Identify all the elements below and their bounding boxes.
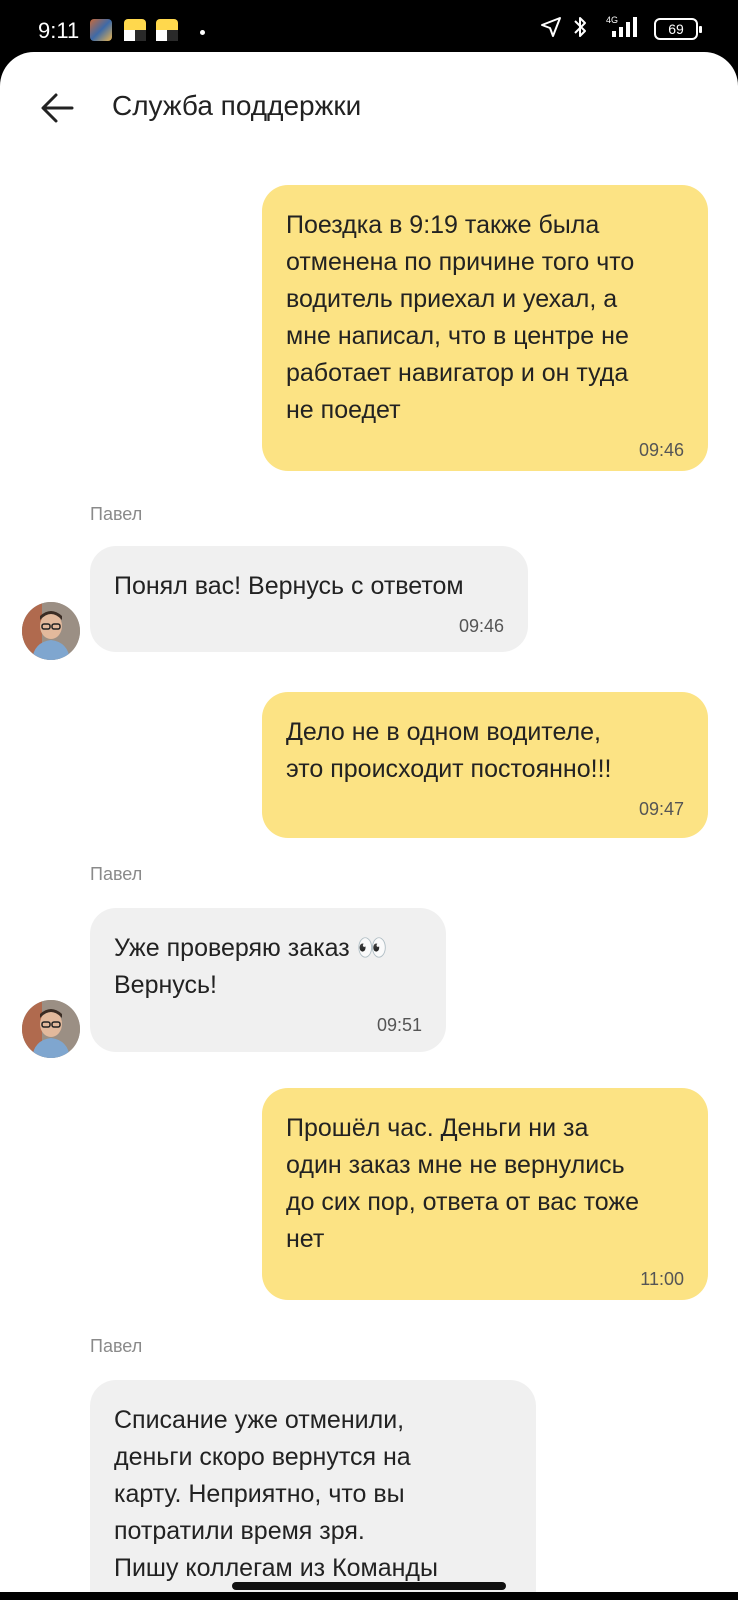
message-time: 09:51 bbox=[376, 1015, 422, 1035]
bluetooth-icon bbox=[572, 15, 588, 44]
sender-name: Павел bbox=[90, 864, 143, 884]
home-indicator[interactable] bbox=[232, 1582, 506, 1590]
message-text: Прошёл час. Деньги ни за один заказ мне … bbox=[286, 1114, 640, 1253]
outgoing-message[interactable]: Поездка в 9:19 также была отменена по пр… bbox=[262, 185, 708, 471]
message-text: Поездка в 9:19 также была отменена по пр… bbox=[286, 211, 635, 424]
message-time: 11:00 bbox=[640, 1269, 684, 1289]
yandex-go-notification-icon-2 bbox=[156, 19, 178, 41]
navigation-bar bbox=[0, 1592, 738, 1600]
outgoing-message[interactable]: Дело не в одном водителе, это происходит… bbox=[262, 692, 708, 838]
status-time: 9:11 bbox=[38, 18, 80, 43]
outgoing-message[interactable]: Прошёл час. Деньги ни за один заказ мне … bbox=[262, 1088, 708, 1300]
message-text: Понял вас! Вернусь с ответом bbox=[114, 572, 464, 600]
location-arrow-icon bbox=[540, 16, 562, 43]
message-time: 09:47 bbox=[638, 799, 684, 819]
sender-name: Павел bbox=[90, 1336, 143, 1356]
battery-icon: 69 bbox=[654, 18, 702, 40]
battery-level: 69 bbox=[668, 21, 684, 37]
message-text: Уже проверяю заказ 👀 Вернусь! bbox=[114, 934, 388, 999]
incoming-message[interactable]: Понял вас! Вернусь с ответом 09:46 bbox=[90, 546, 528, 652]
status-icons: 4G 69 bbox=[540, 15, 702, 44]
incoming-message[interactable]: Уже проверяю заказ 👀 Вернусь! 09:51 bbox=[90, 908, 446, 1052]
page-title: Служба поддержки bbox=[112, 90, 362, 121]
arrow-left-icon bbox=[41, 93, 74, 123]
message-text: Списание уже отменили, деньги скоро верн… bbox=[114, 1406, 438, 1582]
network-type-label: 4G bbox=[606, 15, 618, 25]
status-bar: 9:11 4G 69 bbox=[0, 0, 738, 52]
message-text: Дело не в одном водителе, это происходит… bbox=[286, 718, 612, 783]
chat-screen: Служба поддержки Поездка в 9:19 также бы… bbox=[0, 52, 738, 1600]
message-time: 09:46 bbox=[638, 440, 684, 460]
back-button[interactable] bbox=[36, 86, 80, 130]
more-notifications-dot-icon bbox=[200, 30, 205, 35]
incoming-message[interactable]: Списание уже отменили, деньги скоро верн… bbox=[90, 1380, 536, 1600]
sender-name: Павел bbox=[90, 504, 143, 524]
chat-header: Служба поддержки bbox=[0, 52, 738, 164]
yandex-go-notification-icon bbox=[124, 19, 146, 41]
avatar[interactable] bbox=[22, 1000, 80, 1058]
avatar[interactable] bbox=[22, 602, 80, 660]
message-time: 09:46 bbox=[458, 616, 504, 636]
signal-icon: 4G bbox=[598, 15, 644, 44]
notification-app-icon bbox=[90, 19, 112, 41]
